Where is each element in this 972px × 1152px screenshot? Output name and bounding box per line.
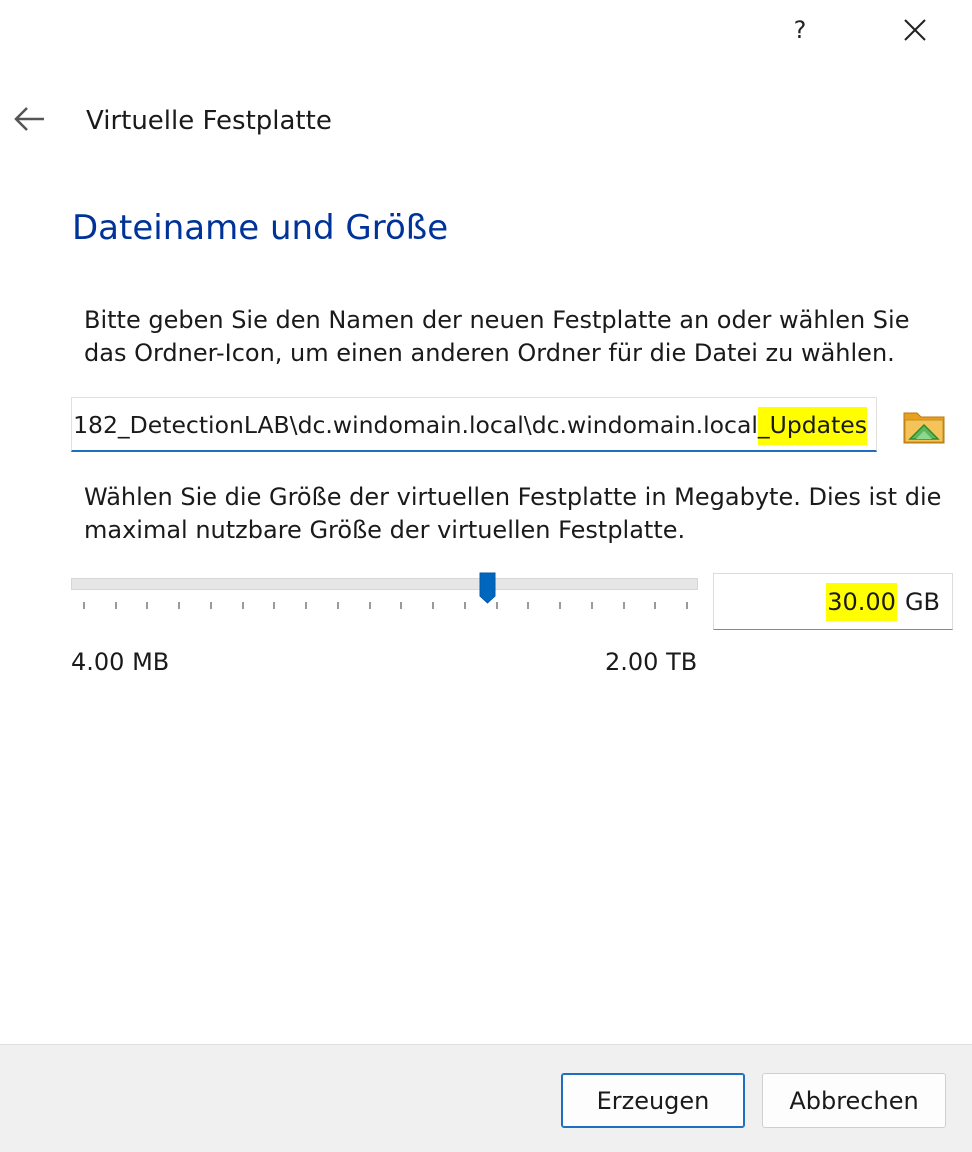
slider-tick xyxy=(336,602,339,609)
slider-tick xyxy=(527,602,530,609)
slider-tick xyxy=(559,602,562,609)
filename-text: 182_DetectionLAB\dc.windomain.local\dc.w… xyxy=(73,407,867,445)
slider-tick xyxy=(654,602,657,609)
slider-tick xyxy=(241,602,244,609)
slider-thumb[interactable] xyxy=(479,572,496,604)
slider-tick xyxy=(400,602,403,609)
help-button[interactable]: ? xyxy=(780,12,820,48)
slider-tick xyxy=(305,602,308,609)
slider-tick xyxy=(622,602,625,609)
filename-input[interactable]: 182_DetectionLAB\dc.windomain.local\dc.w… xyxy=(71,397,877,452)
close-icon xyxy=(904,19,926,41)
wizard-title: Virtuelle Festplatte xyxy=(86,106,332,136)
slider-tick xyxy=(83,602,85,609)
slider-tick xyxy=(463,602,466,609)
create-button[interactable]: Erzeugen xyxy=(561,1073,745,1128)
slider-tick xyxy=(495,602,498,609)
cancel-button[interactable]: Abbrechen xyxy=(762,1073,946,1128)
filename-highlighted-suffix: _Updates xyxy=(757,407,867,445)
slider-tick xyxy=(209,602,212,609)
slider-tick xyxy=(114,602,117,609)
choose-folder-button[interactable] xyxy=(900,403,948,447)
size-description: Wählen Sie die Größe der virtuellen Fest… xyxy=(84,483,942,544)
slider-tick xyxy=(178,602,181,609)
slider-track xyxy=(71,578,698,590)
slider-max-label: 2.00 TB xyxy=(605,648,698,676)
slider-tick xyxy=(432,602,435,609)
slider-tick xyxy=(146,602,149,609)
filename-prefix: 182_DetectionLAB\dc.windomain.local\dc.w… xyxy=(73,411,758,439)
size-value: 30.00 xyxy=(826,583,897,621)
slider-min-label: 4.00 MB xyxy=(71,648,170,676)
page-title: Dateiname und Größe xyxy=(72,208,449,248)
back-button[interactable] xyxy=(12,100,52,140)
folder-icon xyxy=(903,412,945,444)
slider-tick xyxy=(590,602,593,609)
close-button[interactable] xyxy=(894,12,934,48)
back-arrow-icon xyxy=(14,107,44,131)
slider-tick xyxy=(686,602,688,609)
size-input[interactable]: 30.00 GB xyxy=(713,573,953,630)
size-slider[interactable] xyxy=(71,570,698,620)
size-value-wrap: 30.00 GB xyxy=(826,583,940,621)
dialog-window: ? Virtuelle Festplatte Dateiname und Grö… xyxy=(0,0,972,1152)
slider-tick xyxy=(273,602,276,609)
slider-tick xyxy=(368,602,371,609)
button-bar: Erzeugen Abbrechen xyxy=(0,1044,972,1152)
filename-description: Bitte geben Sie den Namen der neuen Fest… xyxy=(84,306,910,367)
size-unit: GB xyxy=(904,588,940,616)
